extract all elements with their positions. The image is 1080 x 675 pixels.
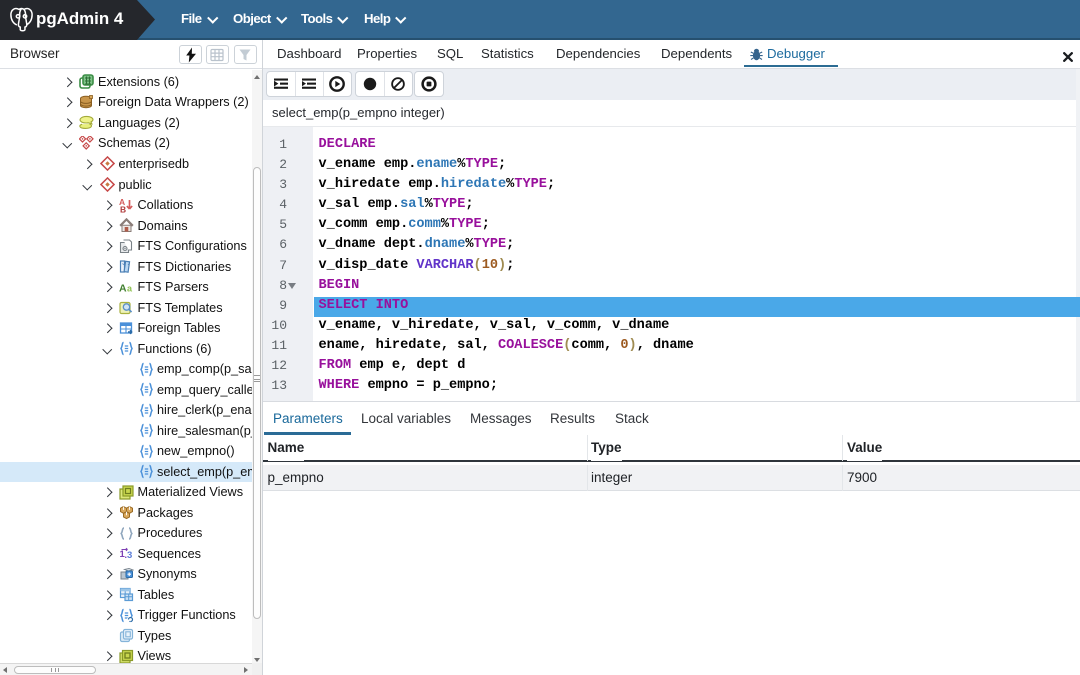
svg-text:B: B — [120, 204, 126, 213]
svg-text:3: 3 — [127, 550, 132, 561]
svg-text:a: a — [127, 283, 133, 293]
svg-text:A: A — [119, 282, 127, 294]
